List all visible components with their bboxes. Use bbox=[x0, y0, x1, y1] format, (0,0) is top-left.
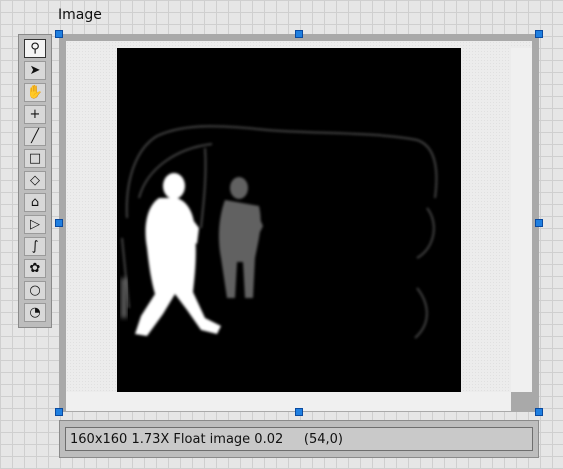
vertical-scrollbar[interactable] bbox=[511, 48, 532, 392]
point-tool-icon: + bbox=[29, 107, 41, 122]
image-control-label: Image bbox=[58, 7, 102, 23]
zoom-icon: ⚲ bbox=[30, 41, 40, 56]
scrollbar-corner bbox=[511, 392, 532, 411]
image-tools-palette: ⚲ ➤ ✋ + ╱ □ ◇ ⌂ ▷ ∫ ✿ ○ ◔ bbox=[18, 34, 52, 328]
freehand-region-tool-icon[interactable]: ✿ bbox=[24, 259, 46, 278]
resize-handle-top-right[interactable] bbox=[535, 30, 543, 38]
zoom-icon[interactable]: ⚲ bbox=[24, 39, 46, 58]
image-info-text: 160x160 1.73X Float image 0.02 (54,0) bbox=[65, 427, 533, 451]
resize-handle-bottom-right[interactable] bbox=[535, 408, 543, 416]
image-canvas[interactable] bbox=[117, 48, 461, 392]
resize-handle-top[interactable] bbox=[295, 30, 303, 38]
pointer-icon[interactable]: ➤ bbox=[24, 61, 46, 80]
pointer-icon: ➤ bbox=[29, 63, 41, 78]
resize-handle-right[interactable] bbox=[535, 219, 543, 227]
polygon-tool-icon[interactable]: ▷ bbox=[24, 215, 46, 234]
rotated-rectangle-tool-icon: ◇ bbox=[30, 173, 40, 188]
rectangle-tool-icon: □ bbox=[28, 151, 42, 166]
freehand-line-tool-icon[interactable]: ∫ bbox=[24, 237, 46, 256]
pan-hand-icon[interactable]: ✋ bbox=[24, 83, 46, 102]
freehand-line-tool-icon: ∫ bbox=[31, 239, 39, 254]
line-tool-icon: ╱ bbox=[31, 129, 39, 144]
resize-handle-bottom[interactable] bbox=[295, 408, 303, 416]
resize-handle-top-left[interactable] bbox=[55, 30, 63, 38]
polygon-tool-icon: ▷ bbox=[30, 217, 40, 232]
rotated-rectangle-tool-icon[interactable]: ◇ bbox=[24, 171, 46, 190]
thermal-image bbox=[117, 48, 461, 392]
polyline-tool-icon[interactable]: ⌂ bbox=[24, 193, 46, 212]
annulus-tool-icon[interactable]: ◔ bbox=[24, 303, 46, 322]
rectangle-tool-icon[interactable]: □ bbox=[24, 149, 46, 168]
oval-tool-icon[interactable]: ○ bbox=[24, 281, 46, 300]
image-display-frame bbox=[59, 34, 539, 412]
image-display-background bbox=[66, 41, 532, 411]
resize-handle-left[interactable] bbox=[55, 219, 63, 227]
resize-handle-bottom-left[interactable] bbox=[55, 408, 63, 416]
annulus-tool-icon: ◔ bbox=[29, 305, 41, 320]
line-tool-icon[interactable]: ╱ bbox=[24, 127, 46, 146]
polyline-tool-icon: ⌂ bbox=[30, 195, 40, 210]
horizontal-scrollbar[interactable] bbox=[66, 392, 511, 411]
freehand-region-tool-icon: ✿ bbox=[29, 261, 41, 276]
pan-hand-icon: ✋ bbox=[26, 85, 44, 100]
point-tool-icon[interactable]: + bbox=[24, 105, 46, 124]
image-info-bar: 160x160 1.73X Float image 0.02 (54,0) bbox=[59, 420, 539, 458]
oval-tool-icon: ○ bbox=[29, 283, 41, 298]
